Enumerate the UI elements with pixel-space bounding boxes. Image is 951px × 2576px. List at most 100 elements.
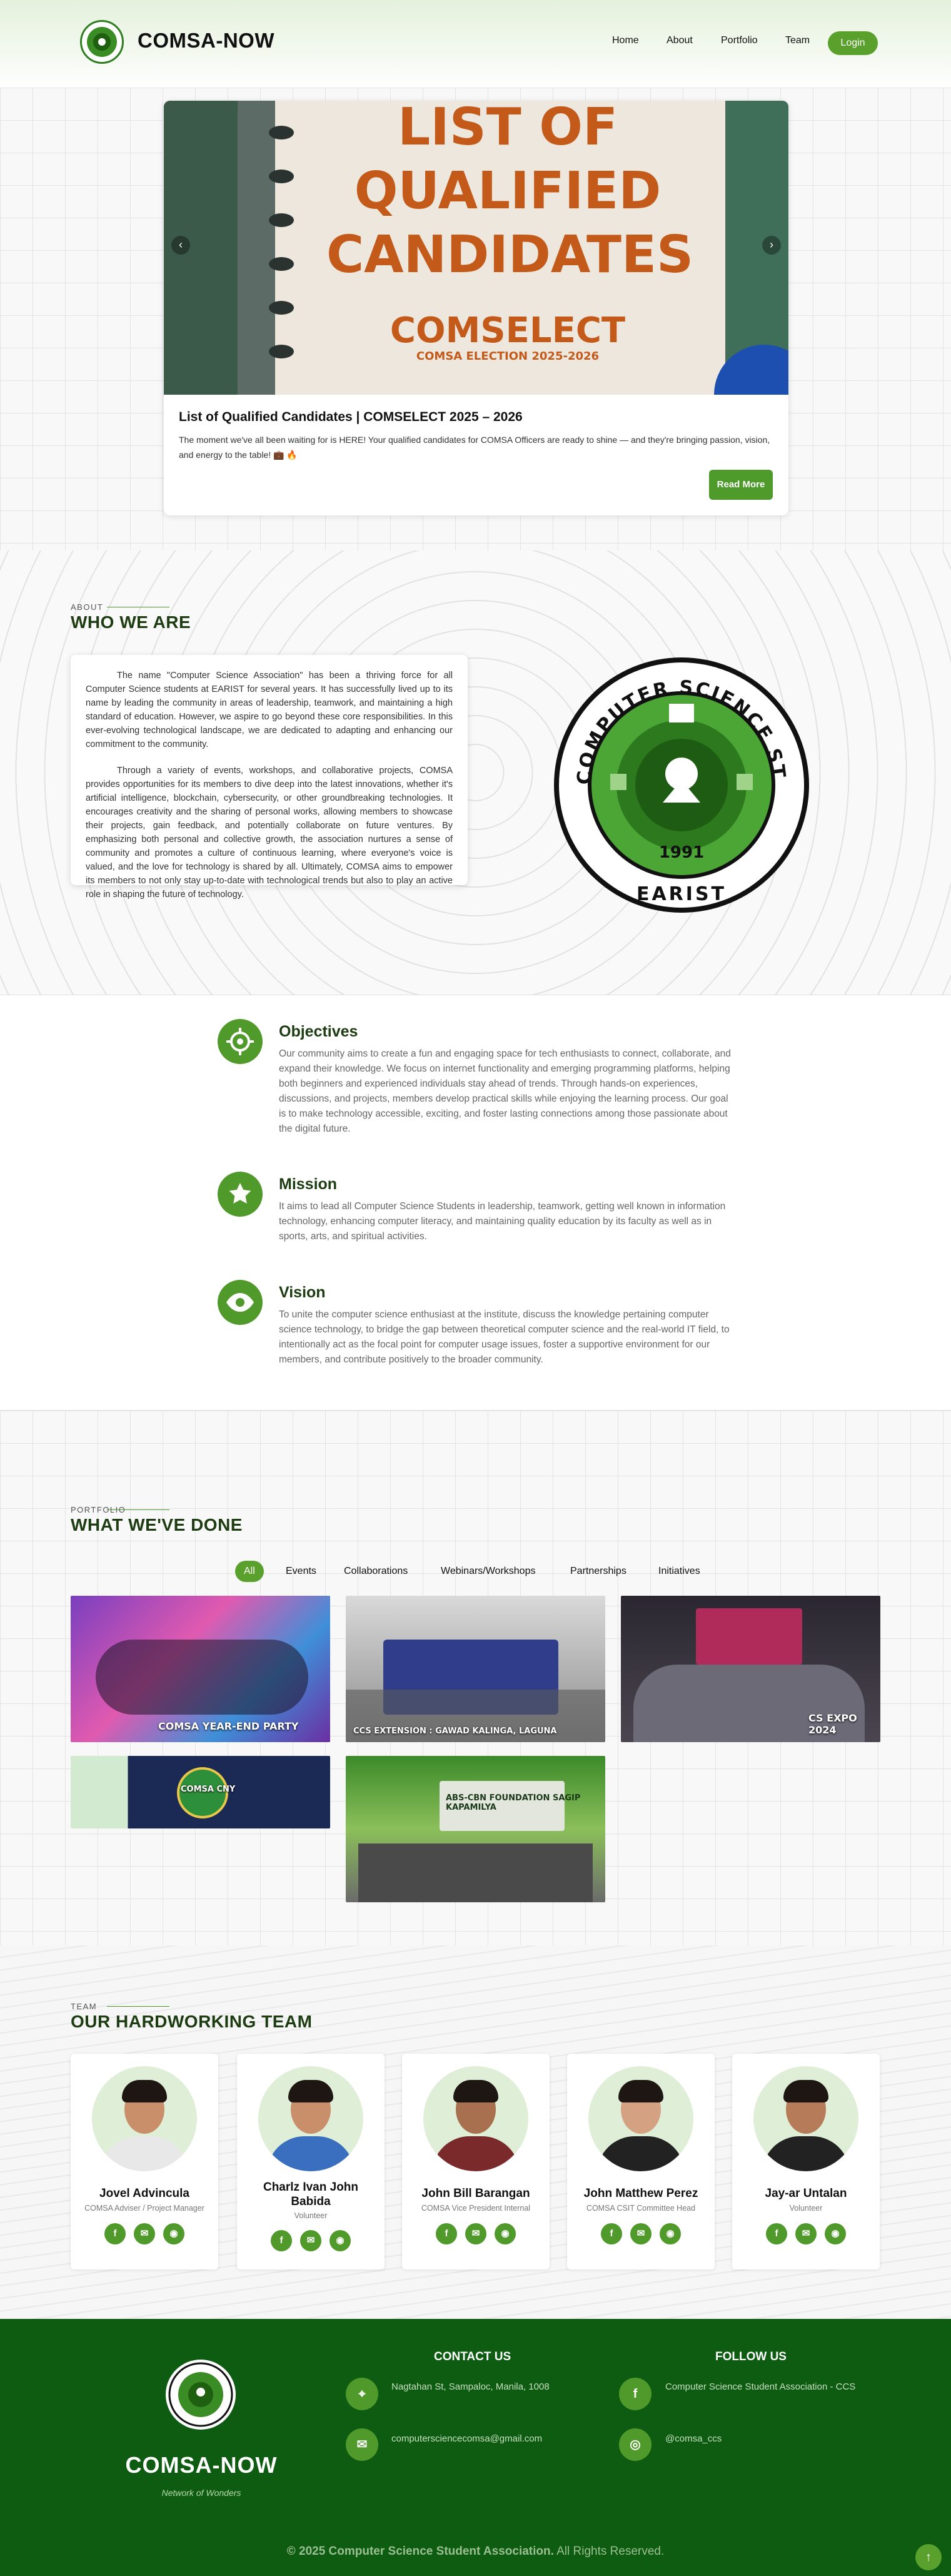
about-paragraph-1: The name "Computer Science Association" … xyxy=(86,671,453,749)
news-image: LIST OF QUALIFIED CANDIDATES COMSELECT C… xyxy=(164,101,788,395)
facebook-icon[interactable]: f xyxy=(766,2223,787,2244)
filter-partnerships[interactable]: Partnerships xyxy=(561,1561,635,1582)
avatar xyxy=(258,2066,363,2171)
team-card: Jay-ar Untalan Volunteer f ✉ ◉ xyxy=(732,2054,880,2269)
member-name: Jay-ar Untalan xyxy=(765,2187,847,2200)
member-role: COMSA CSIT Committee Head xyxy=(586,2204,696,2213)
image-line-1: LIST OF xyxy=(397,101,618,157)
objectives-title: Objectives xyxy=(279,1023,358,1040)
footer-logo xyxy=(166,2360,236,2430)
arrow-up-icon[interactable]: ↑ xyxy=(915,2544,942,2570)
facebook-icon[interactable]: f xyxy=(436,2223,457,2244)
portfolio-caption: CCS EXTENSION : GAWAD KALINGA, LAGUNA xyxy=(353,1727,557,1736)
location-icon: ⌖ xyxy=(346,2378,378,2410)
news-card: LIST OF QUALIFIED CANDIDATES COMSELECT C… xyxy=(164,101,788,515)
filter-collaborations[interactable]: Collaborations xyxy=(335,1561,416,1582)
footer-instagram[interactable]: @comsa_ccs xyxy=(665,2433,722,2444)
member-role: Volunteer xyxy=(294,2211,328,2220)
facebook-icon[interactable]: f xyxy=(271,2230,292,2251)
facebook-icon[interactable]: f xyxy=(601,2223,622,2244)
filter-initiatives[interactable]: Initiatives xyxy=(650,1561,709,1582)
team-card: Charlz Ivan John Babida Volunteer f ✉ ◉ xyxy=(237,2054,385,2269)
about-paragraph-2: Through a variety of events, workshops, … xyxy=(86,766,453,900)
member-role: Volunteer xyxy=(789,2204,823,2213)
site-footer: COMSA-NOW Network of Wonders CONTACT US … xyxy=(0,2319,951,2576)
github-icon[interactable]: ◉ xyxy=(163,2223,184,2244)
member-name: John Matthew Perez xyxy=(583,2187,698,2200)
github-icon[interactable]: ◉ xyxy=(330,2230,351,2251)
seal-icon xyxy=(168,2362,233,2427)
team-heading: OUR HARDWORKING TEAM xyxy=(71,2012,313,2031)
target-icon xyxy=(218,1019,263,1064)
filter-all[interactable]: All xyxy=(235,1561,264,1582)
read-more-button[interactable]: Read More xyxy=(709,470,773,500)
follow-heading: FOLLOW US xyxy=(715,2350,787,2363)
team-section: TEAM OUR HARDWORKING TEAM Jovel Advincul… xyxy=(0,1945,951,2319)
copyright-bold: © 2025 Computer Science Student Associat… xyxy=(286,2545,554,2558)
about-card: The name "Computer Science Association" … xyxy=(71,655,468,900)
mail-icon: ✉ xyxy=(346,2428,378,2461)
news-text: The moment we've all been waiting for is… xyxy=(179,435,770,460)
team-label: TEAM xyxy=(71,2002,170,2011)
portfolio-item-comsa-cny[interactable]: COMSA CNY xyxy=(71,1756,330,1828)
mail-icon[interactable]: ✉ xyxy=(134,2223,155,2244)
team-card: John Matthew Perez COMSA CSIT Committee … xyxy=(567,2054,715,2269)
portfolio-item-year-end-party[interactable]: COMSA YEAR-END PARTY xyxy=(71,1596,330,1742)
star-icon xyxy=(218,1172,263,1217)
github-icon[interactable]: ◉ xyxy=(660,2223,681,2244)
mail-icon[interactable]: ✉ xyxy=(630,2223,652,2244)
seal-bottom-text: EARIST xyxy=(637,883,727,905)
copyright-rest: All Rights Reserved. xyxy=(553,2545,665,2558)
nav-about[interactable]: About xyxy=(667,35,693,46)
portfolio-caption: CS EXPO 2024 xyxy=(808,1712,857,1736)
filter-webinars-workshops[interactable]: Webinars/Workshops xyxy=(432,1561,544,1582)
member-name: Charlz Ivan John Babida xyxy=(263,2181,359,2208)
avatar xyxy=(753,2066,858,2171)
facebook-icon[interactable]: f xyxy=(104,2223,126,2244)
login-button[interactable]: Login xyxy=(828,31,878,55)
portfolio-label: PORTFOLIO xyxy=(71,1505,170,1514)
footer-facebook[interactable]: Computer Science Student Association - C… xyxy=(665,2381,855,2392)
mail-icon[interactable]: ✉ xyxy=(795,2223,817,2244)
footer-tagline: Network of Wonders xyxy=(161,2488,241,2498)
portfolio-section: PORTFOLIO WHAT WE'VE DONE All Events Col… xyxy=(0,1411,951,1945)
nav-portfolio[interactable]: Portfolio xyxy=(721,35,758,46)
member-name: John Bill Barangan xyxy=(421,2187,530,2200)
seal-year: 1991 xyxy=(659,843,704,862)
image-line-4: COMSELECT xyxy=(390,310,626,351)
carousel-next-button[interactable]: › xyxy=(762,236,781,255)
image-line-3: CANDIDATES xyxy=(326,225,694,285)
image-line-2: QUALIFIED xyxy=(354,161,662,221)
portfolio-caption: COMSA CNY xyxy=(181,1785,236,1794)
member-role: COMSA Adviser / Project Manager xyxy=(84,2204,204,2213)
footer-email[interactable]: computersciencecomsa@gmail.com xyxy=(391,2433,542,2444)
portfolio-caption: ABS-CBN FOUNDATION SAGIP KAPAMILYA xyxy=(446,1793,581,1812)
footer-address: Nagtahan St, Sampaloc, Manila, 1008 xyxy=(391,2381,550,2392)
avatar xyxy=(588,2066,693,2171)
mail-icon[interactable]: ✉ xyxy=(465,2223,486,2244)
comsa-logo[interactable] xyxy=(80,20,124,64)
omv-section: Objectives Our community aims to create … xyxy=(0,995,951,1411)
portfolio-item-ccs-extension[interactable]: CCS EXTENSION : GAWAD KALINGA, LAGUNA xyxy=(346,1596,605,1742)
brand-name[interactable]: COMSA-NOW xyxy=(138,29,274,53)
portfolio-heading: WHAT WE'VE DONE xyxy=(71,1515,243,1534)
mail-icon[interactable]: ✉ xyxy=(300,2230,321,2251)
nav-home[interactable]: Home xyxy=(612,35,639,46)
vision-text: To unite the computer science enthusiast… xyxy=(279,1309,730,1365)
portfolio-item-cs-expo[interactable]: CS EXPO 2024 xyxy=(621,1596,880,1742)
about-heading: WHO WE ARE xyxy=(71,612,191,632)
portfolio-item-abs-cbn[interactable]: ABS-CBN FOUNDATION SAGIP KAPAMILYA xyxy=(346,1756,605,1902)
mission-text: It aims to lead all Computer Science Stu… xyxy=(279,1201,726,1242)
nav-team[interactable]: Team xyxy=(785,35,810,46)
github-icon[interactable]: ◉ xyxy=(495,2223,516,2244)
carousel-prev-button[interactable]: ‹ xyxy=(171,236,190,255)
github-icon[interactable]: ◉ xyxy=(825,2223,846,2244)
instagram-icon[interactable]: ◎ xyxy=(619,2428,652,2461)
vision-title: Vision xyxy=(279,1284,326,1301)
objectives-text: Our community aims to create a fun and e… xyxy=(279,1048,731,1134)
about-section: ABOUT WHO WE ARE The name "Computer Scie… xyxy=(0,550,951,995)
filter-events[interactable]: Events xyxy=(277,1561,325,1582)
footer-brand: COMSA-NOW xyxy=(125,2452,278,2478)
facebook-icon[interactable]: f xyxy=(619,2378,652,2410)
copyright: © 2025 Computer Science Student Associat… xyxy=(0,2545,951,2558)
